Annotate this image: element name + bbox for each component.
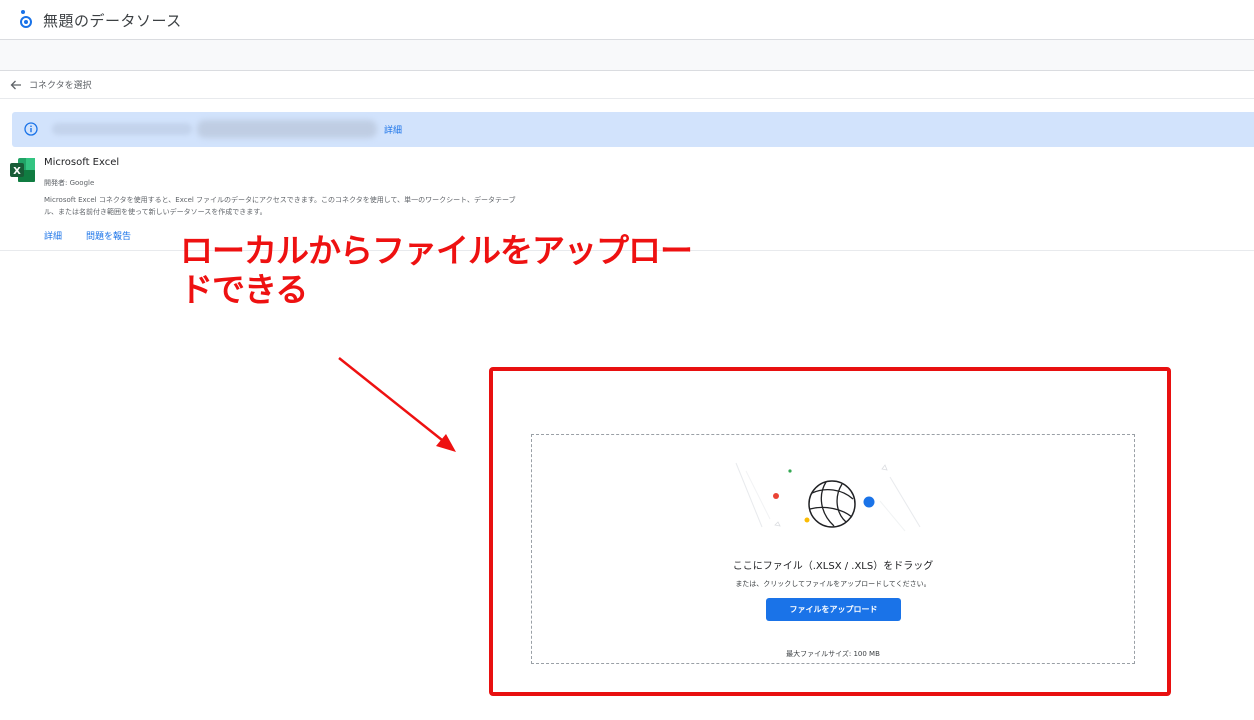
annotation-arrow-icon bbox=[338, 357, 456, 452]
info-banner: 詳細 bbox=[12, 112, 1254, 147]
info-icon bbox=[24, 122, 38, 136]
redacted-text bbox=[52, 123, 192, 135]
back-label[interactable]: コネクタを選択 bbox=[29, 78, 92, 91]
banner-details-link[interactable]: 詳細 bbox=[384, 123, 402, 136]
connector-name: Microsoft Excel bbox=[44, 157, 120, 168]
file-drop-zone[interactable]: ここにファイル（.XLSX / .XLS）をドラッグ または、クリックしてファイ… bbox=[531, 434, 1135, 664]
drop-zone-subtitle: または、クリックしてファイルをアップロードしてください。 bbox=[735, 580, 931, 588]
drop-zone-title: ここにファイル（.XLSX / .XLS）をドラッグ bbox=[732, 561, 934, 572]
looker-studio-logo-icon[interactable] bbox=[19, 9, 33, 29]
back-navigation: コネクタを選択 bbox=[0, 71, 1254, 99]
upload-illustration-icon bbox=[735, 462, 921, 532]
connector-description: Microsoft Excel コネクタを使用すると、Excel ファイルのデー… bbox=[44, 196, 516, 216]
upload-file-button[interactable]: ファイルをアップロード bbox=[766, 598, 901, 621]
connector-developer: 開発者: Google bbox=[44, 179, 95, 187]
redacted-text bbox=[197, 120, 377, 138]
arrow-back-icon[interactable] bbox=[10, 79, 22, 91]
annotation-text: ローカルからファイルをアップロードできる bbox=[180, 231, 693, 309]
page-title[interactable]: 無題のデータソース bbox=[43, 10, 182, 31]
toolbar-strip bbox=[0, 40, 1254, 71]
excel-icon: X bbox=[10, 158, 35, 182]
max-file-size: 最大ファイルサイズ: 100 MB bbox=[786, 650, 880, 658]
top-bar: 無題のデータソース bbox=[0, 0, 1254, 40]
connector-details-link[interactable]: 詳細 bbox=[44, 229, 62, 242]
svg-text:X: X bbox=[13, 166, 21, 177]
report-issue-link[interactable]: 問題を報告 bbox=[86, 229, 131, 242]
